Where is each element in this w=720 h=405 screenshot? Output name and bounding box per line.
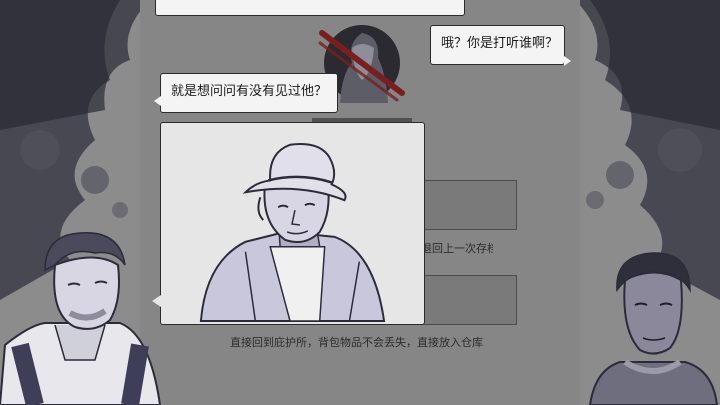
menu-caption-load-save: 退回上一次存档: [421, 242, 493, 255]
player-character-portrait: [0, 232, 162, 405]
title-fragment: [312, 118, 412, 122]
dialogue-text-npc: 哦？你是打听谁啊？: [441, 36, 559, 51]
dialogue-text-player: 就是想问问有没有见过他？: [171, 84, 328, 99]
portrait-card: [152, 122, 425, 325]
npc-character-portrait: [588, 252, 719, 405]
dialogue-bubble-player: 就是想问问有没有见过他？: [154, 73, 338, 113]
menu-caption-return-shelter: 直接回到庇护所，背包物品不会丢失，直接放入仓库: [230, 336, 483, 349]
dialogue-bubble-top: [155, 0, 465, 16]
man-in-hat-sketch: [199, 143, 386, 323]
dialogue-bubble-npc: 哦？你是打听谁啊？: [430, 25, 571, 66]
